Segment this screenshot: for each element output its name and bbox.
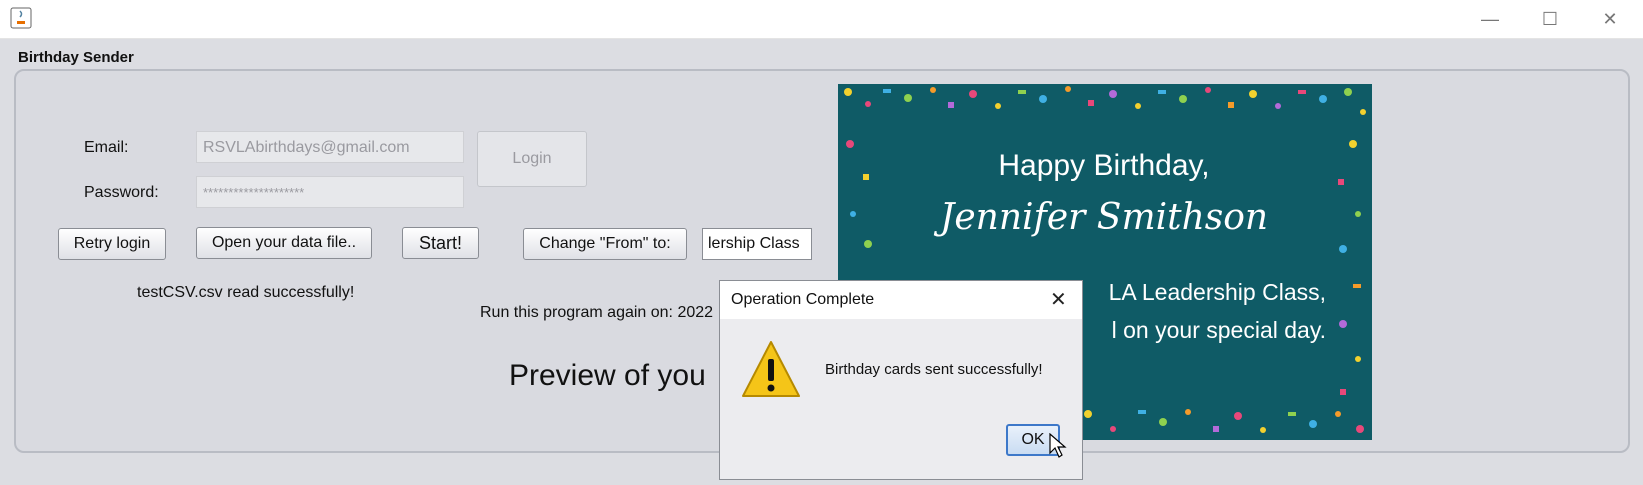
- window-titlebar: — ☐ ✕: [0, 0, 1643, 38]
- run-again-text: Run this program again on: 2022: [480, 304, 714, 321]
- frame-title: Birthday Sender: [18, 49, 134, 66]
- close-button[interactable]: ✕: [1590, 6, 1630, 32]
- dialog-message: Birthday cards sent successfully!: [825, 361, 1043, 378]
- password-label: Password:: [84, 184, 159, 201]
- card-recipient-name: Jennifer Smithson: [939, 197, 1269, 238]
- card-greeting: Happy Birthday,: [998, 149, 1210, 182]
- warning-icon: [742, 341, 800, 397]
- maximize-button[interactable]: ☐: [1530, 6, 1570, 32]
- status-text: testCSV.csv read successfully!: [137, 284, 355, 301]
- dialog-titlebar: Operation Complete ✕: [720, 281, 1082, 319]
- java-app-icon: [10, 7, 32, 29]
- minimize-button[interactable]: —: [1470, 6, 1510, 32]
- operation-complete-dialog: Operation Complete ✕ Birthday cards sent…: [719, 280, 1083, 480]
- retry-login-button[interactable]: Retry login: [58, 228, 166, 260]
- preview-heading: Preview of you: [509, 359, 706, 392]
- email-field[interactable]: RSVLAbirthdays@gmail.com: [196, 131, 464, 163]
- email-label: Email:: [84, 139, 129, 156]
- dialog-close-button[interactable]: ✕: [1050, 287, 1067, 312]
- dialog-title: Operation Complete: [731, 291, 875, 308]
- mouse-cursor-icon: [1049, 433, 1067, 458]
- open-data-file-button[interactable]: Open your data file..: [196, 227, 372, 259]
- password-field[interactable]: ********************: [196, 176, 464, 208]
- from-name-input[interactable]: lership Class: [702, 228, 812, 260]
- start-button[interactable]: Start!: [402, 227, 479, 259]
- login-button[interactable]: Login: [477, 131, 587, 187]
- change-from-button[interactable]: Change "From" to:: [523, 228, 687, 260]
- card-line-3: LA Leadership Class,: [1108, 279, 1326, 305]
- card-line-4: l on your special day.: [1111, 317, 1326, 343]
